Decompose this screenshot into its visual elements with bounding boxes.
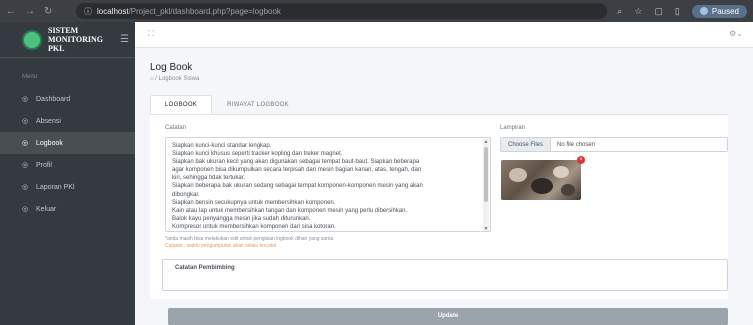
- logbook-icon: ◎: [22, 140, 29, 147]
- catatan-line: kiri, sehingga tidak tertukar.: [172, 175, 246, 182]
- catatan-line: Siapkan kunci khusus seperti tracker kop…: [172, 151, 343, 158]
- menu-toggle-icon[interactable]: ☰: [120, 34, 129, 45]
- sidebar-item-label: Keluar: [36, 205, 57, 213]
- catatan-line: agar komponen bisa dikumpulkan secara te…: [172, 167, 422, 174]
- browser-actions: ⌕ ☆ ▢ ▯ Paused: [617, 4, 747, 18]
- top-navbar: ⛶ ⚙⌄: [135, 22, 753, 48]
- avatar: [699, 7, 708, 15]
- catatan-textarea[interactable]: Siapkan kunci-kunci standar lengkap. Sia…: [165, 137, 491, 232]
- attachment-thumbnail: [501, 160, 581, 200]
- file-status: No file chosen: [557, 141, 596, 148]
- zoom-icon[interactable]: ⌕: [617, 6, 622, 17]
- lampiran-label: Lampiran: [500, 125, 526, 131]
- breadcrumb-current: / Logbook Siswa: [155, 76, 200, 82]
- choose-files-button[interactable]: Choose Files: [501, 138, 552, 151]
- update-button[interactable]: Update: [168, 308, 728, 325]
- brand-line-2: MONITORING PKL: [48, 35, 103, 53]
- sidebar-item-absensi[interactable]: ◎ Absensi: [0, 110, 135, 132]
- bookmark-star-icon[interactable]: ☆: [634, 6, 642, 17]
- browser-nav: ← → ↻: [6, 6, 76, 17]
- catatan-line: Siapkan bensin secukupnya untuk membersi…: [172, 199, 336, 206]
- catatan-line: Kain atau lap untuk membersihkan tangan …: [172, 207, 408, 214]
- reload-icon[interactable]: ↻: [44, 6, 52, 17]
- brand[interactable]: SISTEM MONITORING PKL ☰: [0, 22, 135, 58]
- textarea-scrollbar[interactable]: ▲ ▼: [483, 139, 489, 231]
- sidebar-item-label: Logbook: [36, 139, 63, 147]
- page-title: Log Book: [150, 62, 193, 73]
- catatan-line: Balok kayu penyangga mesin jika sudah di…: [172, 215, 311, 222]
- site-info-icon[interactable]: ⓘ: [84, 6, 92, 17]
- submit-time-warning: Catatan : waktu pengumpulan akan selalu …: [165, 243, 277, 249]
- home-icon[interactable]: ⌂: [150, 76, 154, 82]
- address-bar[interactable]: ⓘ localhost /Project_pkl/dashboard.php?p…: [76, 3, 608, 19]
- report-icon: ◎: [22, 184, 29, 191]
- extensions-icon[interactable]: ▢: [654, 6, 663, 17]
- url-host: localhost: [97, 6, 129, 16]
- tab-riwayat-logbook[interactable]: RIWAYAT LOGBOOK: [212, 95, 304, 115]
- breadcrumb: ⌂ / Logbook Siswa: [150, 76, 199, 82]
- catatan-line: Siapkan bak ukuran kecil yang akan digun…: [172, 159, 420, 166]
- profile-status: Paused: [711, 6, 739, 16]
- sidebar-item-label: Laporan PKl: [36, 183, 75, 191]
- sidebar-item-profil[interactable]: ◎ Profil: [0, 154, 135, 176]
- sidebar: SISTEM MONITORING PKL ☰ Menu ◎ Dashboard…: [0, 22, 135, 325]
- url-path: /Project_pkl/dashboard.php?page=logbook: [128, 6, 281, 16]
- sidebar-item-logbook[interactable]: ◎ Logbook: [0, 132, 135, 154]
- remove-attachment-button[interactable]: ×: [577, 156, 585, 164]
- sidebar-item-laporan[interactable]: ◎ Laporan PKl: [0, 176, 135, 198]
- catatan-line: Siapkan kunci-kunci standar lengkap.: [172, 143, 272, 149]
- catatan-label: Catatan: [165, 125, 187, 131]
- attachment-file-input[interactable]: Choose Files No file chosen: [500, 137, 728, 152]
- tab-bar: LOGBOOK RIWAYAT LOGBOOK: [150, 95, 304, 115]
- back-icon[interactable]: ←: [6, 6, 16, 17]
- edit-hint: *anda masih bisa melakukan edit untuk pe…: [165, 236, 334, 242]
- browser-toolbar: ← → ↻ ⓘ localhost /Project_pkl/dashboard…: [0, 0, 753, 22]
- catatan-line: Kompresor untuk membersihkan komponen da…: [172, 223, 336, 230]
- sidebar-icon[interactable]: ▯: [675, 6, 680, 17]
- main-content: Log Book ⌂ / Logbook Siswa LOGBOOK RIWAY…: [135, 48, 753, 325]
- sidebar-item-label: Dashboard: [36, 95, 71, 103]
- scrollbar-thumb[interactable]: [484, 147, 488, 202]
- menu-header: Menu: [22, 74, 38, 80]
- profile-button[interactable]: Paused: [691, 4, 747, 18]
- brand-name: SISTEM MONITORING PKL: [48, 26, 118, 53]
- sidebar-item-keluar[interactable]: ◎ Keluar: [0, 198, 135, 220]
- scroll-down-icon[interactable]: ▼: [483, 226, 489, 231]
- mentor-notes-box: Catatan Pembimbing: [162, 259, 728, 291]
- scroll-up-icon[interactable]: ▲: [483, 139, 489, 145]
- sidebar-item-label: Absensi: [36, 117, 61, 125]
- sidebar-item-dashboard[interactable]: ◎ Dashboard: [0, 88, 135, 110]
- fullscreen-icon[interactable]: ⛶: [148, 29, 154, 39]
- logout-icon: ◎: [22, 206, 29, 213]
- dashboard-icon: ◎: [22, 96, 29, 103]
- settings-icon[interactable]: ⚙⌄: [729, 29, 743, 38]
- profile-icon: ◎: [22, 162, 29, 169]
- forward-icon[interactable]: →: [25, 6, 35, 17]
- sidebar-item-label: Profil: [36, 161, 52, 169]
- brand-logo: [22, 29, 42, 50]
- catatan-line: Siapkan beberapa bak ukuran sedang sebag…: [172, 183, 423, 190]
- brand-line-1: SISTEM: [48, 26, 79, 35]
- tab-logbook[interactable]: LOGBOOK: [150, 95, 213, 115]
- catatan-line: dibongkar.: [172, 191, 200, 198]
- mentor-notes-title: Catatan Pembimbing: [175, 265, 235, 271]
- absensi-icon: ◎: [22, 118, 29, 125]
